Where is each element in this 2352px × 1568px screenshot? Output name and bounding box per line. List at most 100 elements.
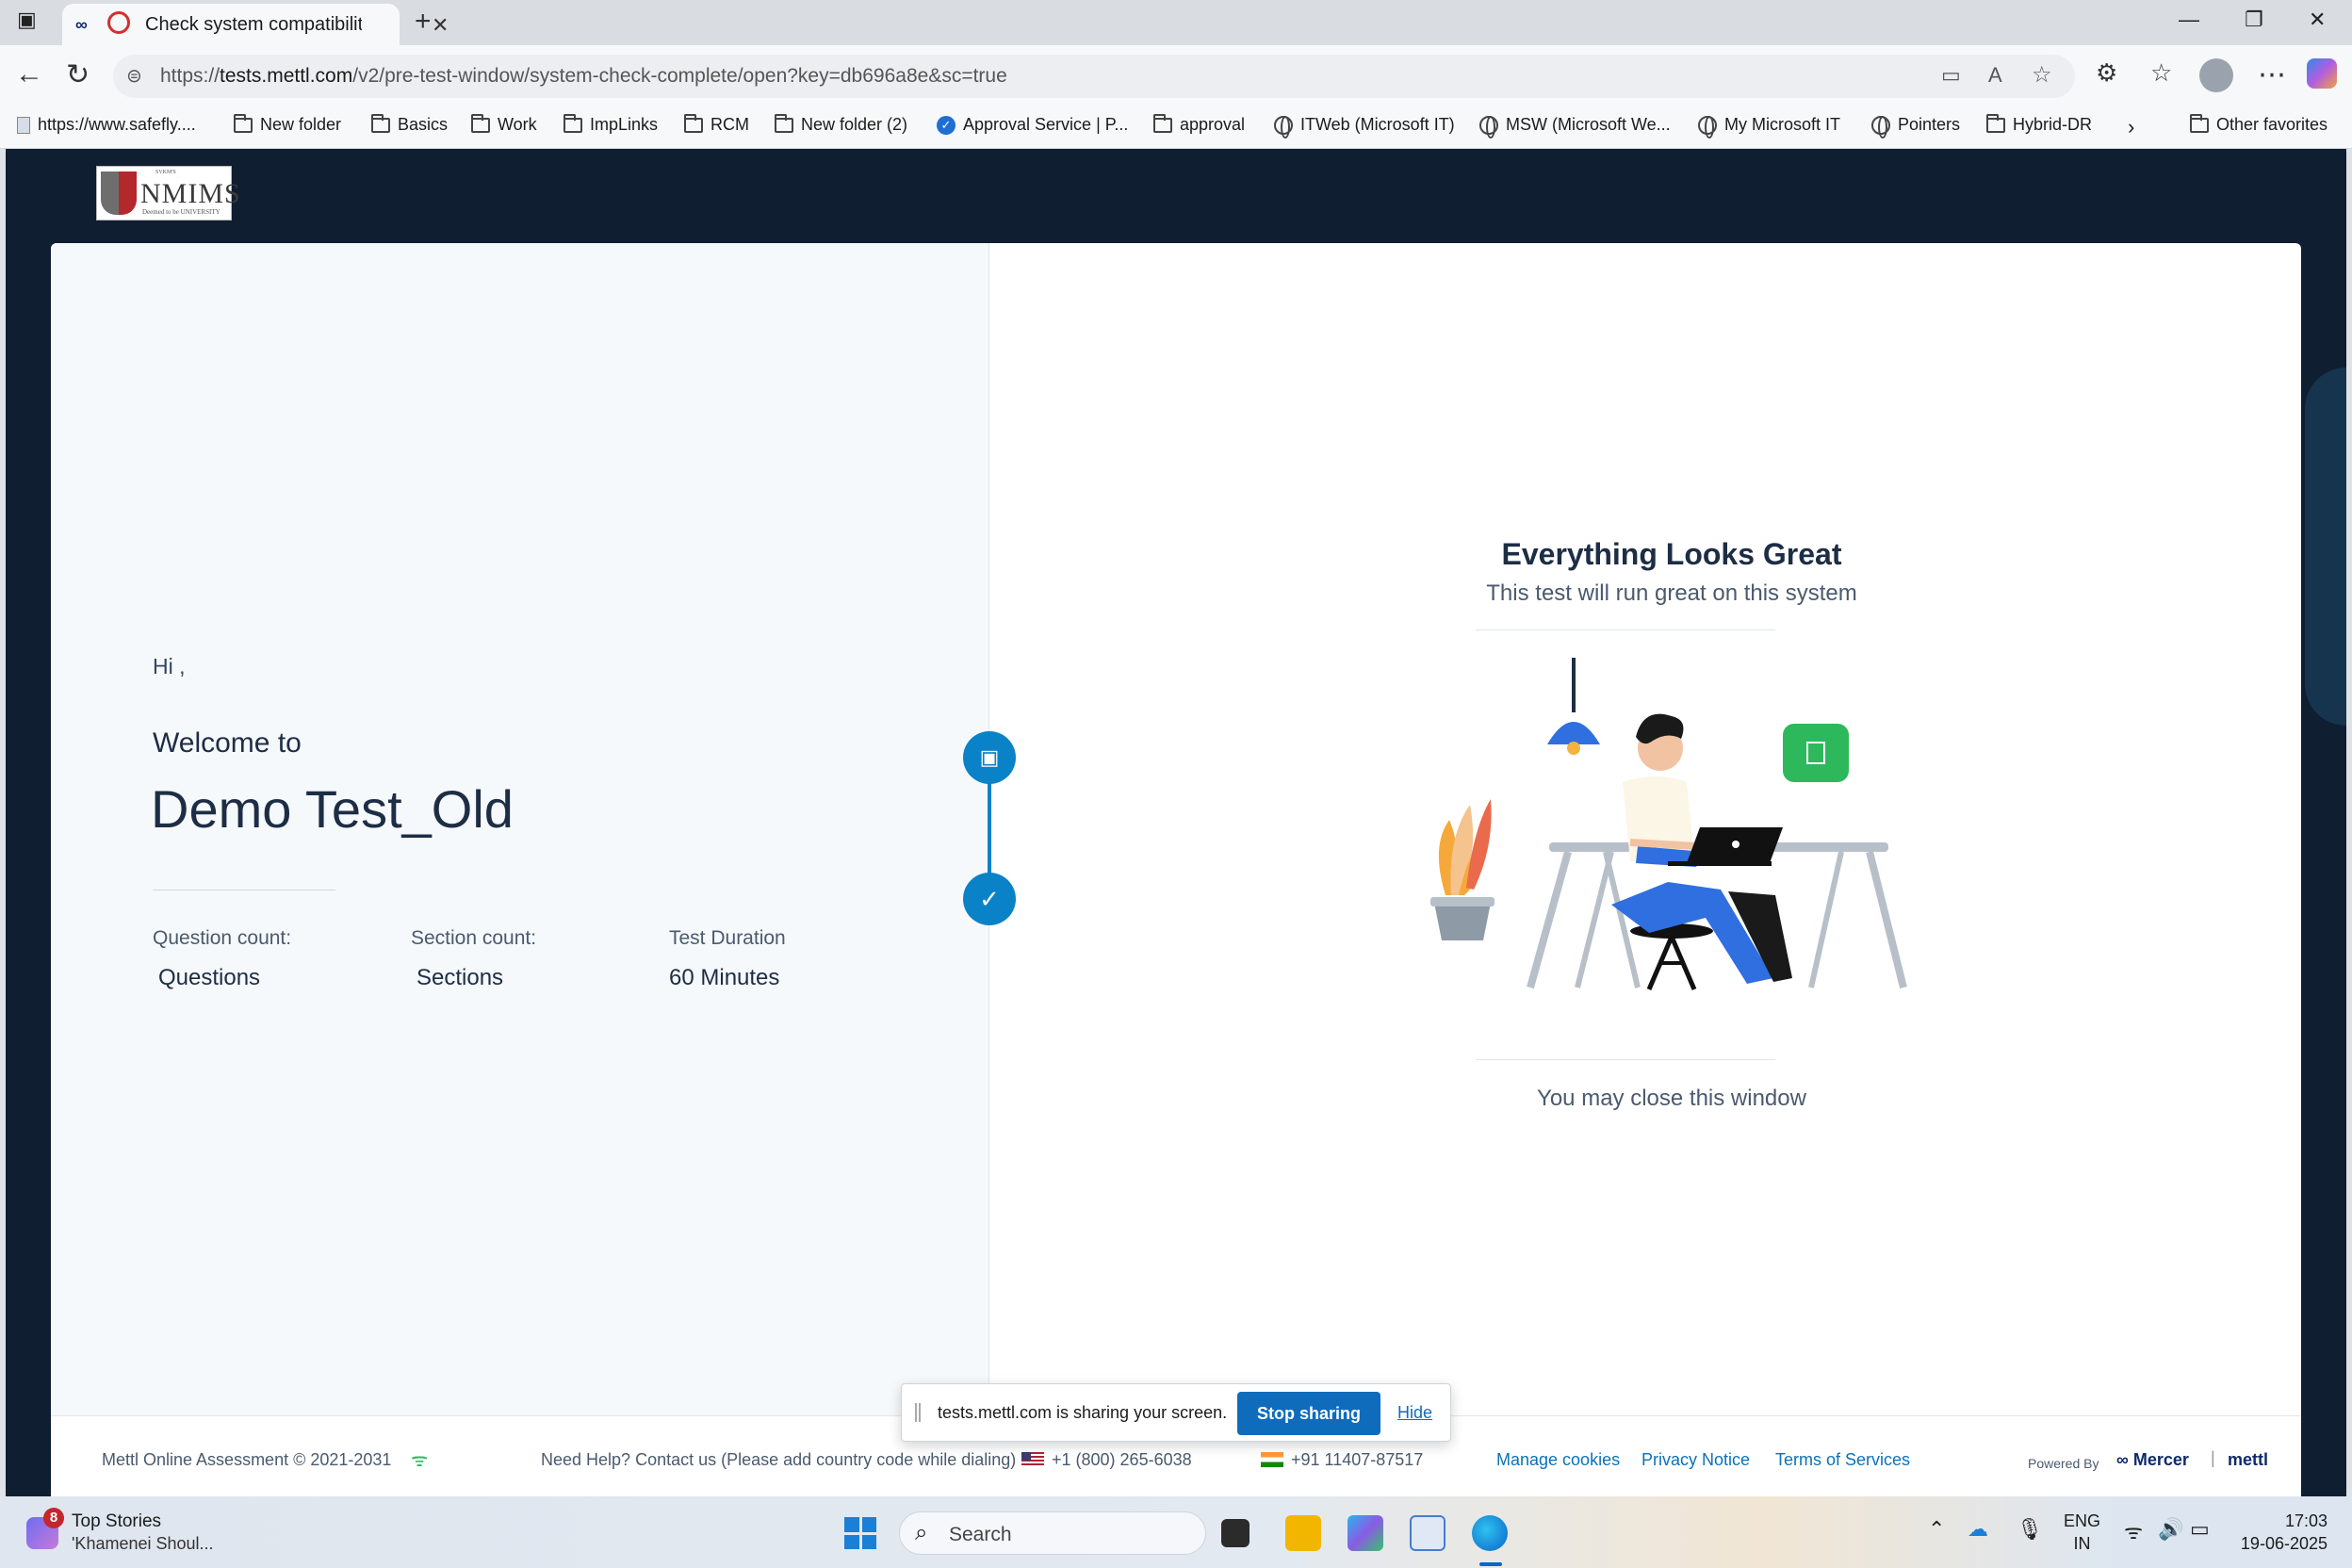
bookmark-safefly[interactable]: https://www.safefly.... — [17, 115, 196, 135]
shield-emblem-icon — [101, 172, 137, 215]
new-tab-icon[interactable]: + — [415, 6, 432, 38]
mercer-logo: ∞ Mercer — [2116, 1450, 2189, 1469]
globe-icon — [1479, 115, 1498, 139]
microphone-icon[interactable]: 🎙 — [2017, 1517, 2043, 1542]
stop-sharing-button[interactable]: Stop sharing — [1237, 1392, 1380, 1435]
copilot-icon[interactable] — [2307, 58, 2337, 89]
section-count-label: Section count: — [411, 927, 537, 949]
close-window-icon[interactable]: ✕ — [2309, 8, 2326, 32]
more-menu-icon[interactable]: ⋯ — [2258, 58, 2286, 91]
favorites-icon[interactable]: ☆ — [2150, 58, 2172, 88]
task-view-icon[interactable] — [1221, 1519, 1250, 1547]
nmims-logo: SVKM'S NMIMS Deemed to be UNIVERSITY — [96, 166, 240, 220]
bookmark-approval[interactable]: approval — [1153, 113, 1245, 135]
camera-icon[interactable]: ▭ — [1941, 63, 1961, 88]
folder-icon — [1153, 113, 1172, 133]
bookmark-basics[interactable]: Basics — [371, 113, 448, 135]
hanging-lamp-icon — [1547, 658, 1600, 755]
profile-avatar[interactable] — [2199, 58, 2233, 92]
language-indicator[interactable]: ENG IN — [2064, 1510, 2100, 1555]
powered-by-text: Powered By — [2028, 1456, 2099, 1471]
greeting: Hi , — [153, 654, 186, 678]
clock[interactable]: 17:03 19-06-2025 — [2233, 1510, 2328, 1555]
welcome-text: Welcome to — [153, 727, 302, 759]
bookmark-msw[interactable]: MSW (Microsoft We... — [1479, 115, 1671, 139]
read-aloud-icon[interactable]: A — [1988, 63, 2002, 88]
news-title[interactable]: Top Stories — [72, 1511, 161, 1532]
decorative-shape — [2305, 368, 2346, 726]
separator-top — [1476, 629, 1775, 630]
bookmark-other-favorites[interactable]: Other favorites — [2190, 113, 2328, 135]
extensions-icon[interactable]: ⚙ — [2096, 58, 2117, 88]
folder-icon — [564, 113, 582, 133]
wifi-icon[interactable]: ᯤ — [2124, 1517, 2143, 1545]
privacy-notice-link[interactable]: Privacy Notice — [1642, 1450, 1750, 1470]
success-badge-icon — [1783, 724, 1849, 782]
window-app-icon[interactable] — [1410, 1515, 1446, 1551]
restore-icon[interactable]: ❐ — [2245, 8, 2263, 32]
taskbar: 8 Top Stories 'Khamenei Shoul... ⌕ Searc… — [0, 1496, 2352, 1568]
folder-icon — [471, 113, 490, 133]
hide-link[interactable]: Hide — [1397, 1403, 1432, 1423]
taskbar-search[interactable]: ⌕ Search — [899, 1511, 1206, 1555]
shield-check-icon: ✓ — [937, 115, 956, 135]
manage-cookies-link[interactable]: Manage cookies — [1496, 1450, 1620, 1470]
bookmark-new-folder-2[interactable]: New folder (2) — [775, 113, 907, 135]
globe-icon — [1698, 115, 1717, 139]
test-info-panel: Hi , Welcome to Demo Test_Old Question c… — [51, 243, 989, 1415]
main-card: Hi , Welcome to Demo Test_Old Question c… — [51, 243, 2301, 1496]
browser-tab-bar: ▣ ∞ Check system compatibility ✕ + — ❐ ✕ — [0, 0, 2352, 45]
page-icon — [17, 116, 30, 134]
tab-actions-icon[interactable]: ▣ — [17, 8, 37, 32]
bookmark-work[interactable]: Work — [471, 113, 537, 135]
m365-icon[interactable] — [1348, 1515, 1383, 1551]
logo-top-text: SVKM'S — [155, 170, 176, 175]
tab-title: Check system compatibility — [145, 14, 362, 35]
edge-browser-icon[interactable] — [1472, 1515, 1508, 1551]
bookmark-approval-service[interactable]: ✓ Approval Service | P... — [937, 115, 1128, 135]
sharing-message: tests.mettl.com is sharing your screen. — [938, 1403, 1228, 1422]
separator-bottom — [1476, 1059, 1775, 1060]
minimize-icon[interactable]: — — [2179, 8, 2199, 32]
recording-icon — [107, 11, 130, 34]
back-icon[interactable]: ← — [15, 58, 43, 90]
active-tab[interactable]: ∞ Check system compatibility ✕ — [62, 4, 449, 45]
bookmark-implinks[interactable]: ImpLinks — [564, 113, 658, 135]
bookmark-pointers[interactable]: Pointers — [1871, 115, 1960, 139]
onedrive-icon[interactable]: ☁ — [1968, 1517, 1988, 1542]
bookmark-new-folder[interactable]: New folder — [234, 113, 341, 135]
india-flag-icon — [1261, 1452, 1283, 1467]
globe-icon — [1871, 115, 1890, 139]
close-window-message: You may close this window — [1537, 1086, 1806, 1111]
folder-icon — [234, 113, 253, 133]
system-check-step-icon: ▣ — [963, 731, 1016, 784]
site-info-icon[interactable]: ⊜ — [126, 64, 142, 88]
bookmark-my-microsoft-it[interactable]: My Microsoft IT — [1698, 115, 1840, 139]
bookmark-itweb[interactable]: ITWeb (Microsoft IT) — [1274, 115, 1455, 139]
copyright-text: Mettl Online Assessment © 2021-2031 — [102, 1450, 392, 1469]
logo-subtext: Deemed to be UNIVERSITY — [142, 208, 220, 216]
refresh-icon[interactable]: ↻ — [66, 58, 90, 91]
bookmark-hybrid-dr[interactable]: Hybrid-DR — [1986, 113, 2092, 135]
file-explorer-icon[interactable] — [1285, 1515, 1321, 1551]
drag-handle-icon[interactable] — [915, 1403, 921, 1422]
question-count-label: Question count: — [153, 927, 292, 949]
volume-icon[interactable]: 🔊 — [2158, 1517, 2183, 1542]
terms-link[interactable]: Terms of Services — [1775, 1450, 1910, 1470]
news-subtitle[interactable]: 'Khamenei Shoul... — [72, 1534, 214, 1554]
address-bar[interactable]: ⊜ https://tests.mettl.com/v2/pre-test-wi… — [113, 55, 2075, 98]
test-name: Demo Test_Old — [151, 779, 514, 839]
close-tab-icon[interactable]: ✕ — [432, 13, 449, 38]
url-text[interactable]: https://tests.mettl.com/v2/pre-test-wind… — [160, 65, 1007, 88]
web-page: SVKM'S NMIMS Deemed to be UNIVERSITY Hi … — [6, 149, 2346, 1496]
folder-icon — [1986, 113, 2005, 133]
logo-name: NMIMS — [140, 178, 241, 209]
chevron-up-icon[interactable]: ⌃ — [1928, 1517, 1945, 1542]
windows-start-icon[interactable] — [844, 1517, 876, 1549]
mettl-favicon-icon: ∞ — [75, 15, 88, 34]
battery-icon[interactable]: ▭ — [2190, 1517, 2210, 1542]
bookmark-rcm[interactable]: RCM — [684, 113, 749, 135]
folder-icon — [775, 113, 793, 133]
chevron-right-icon[interactable]: › — [2128, 115, 2134, 139]
favorite-star-icon[interactable]: ☆ — [2032, 61, 2052, 89]
